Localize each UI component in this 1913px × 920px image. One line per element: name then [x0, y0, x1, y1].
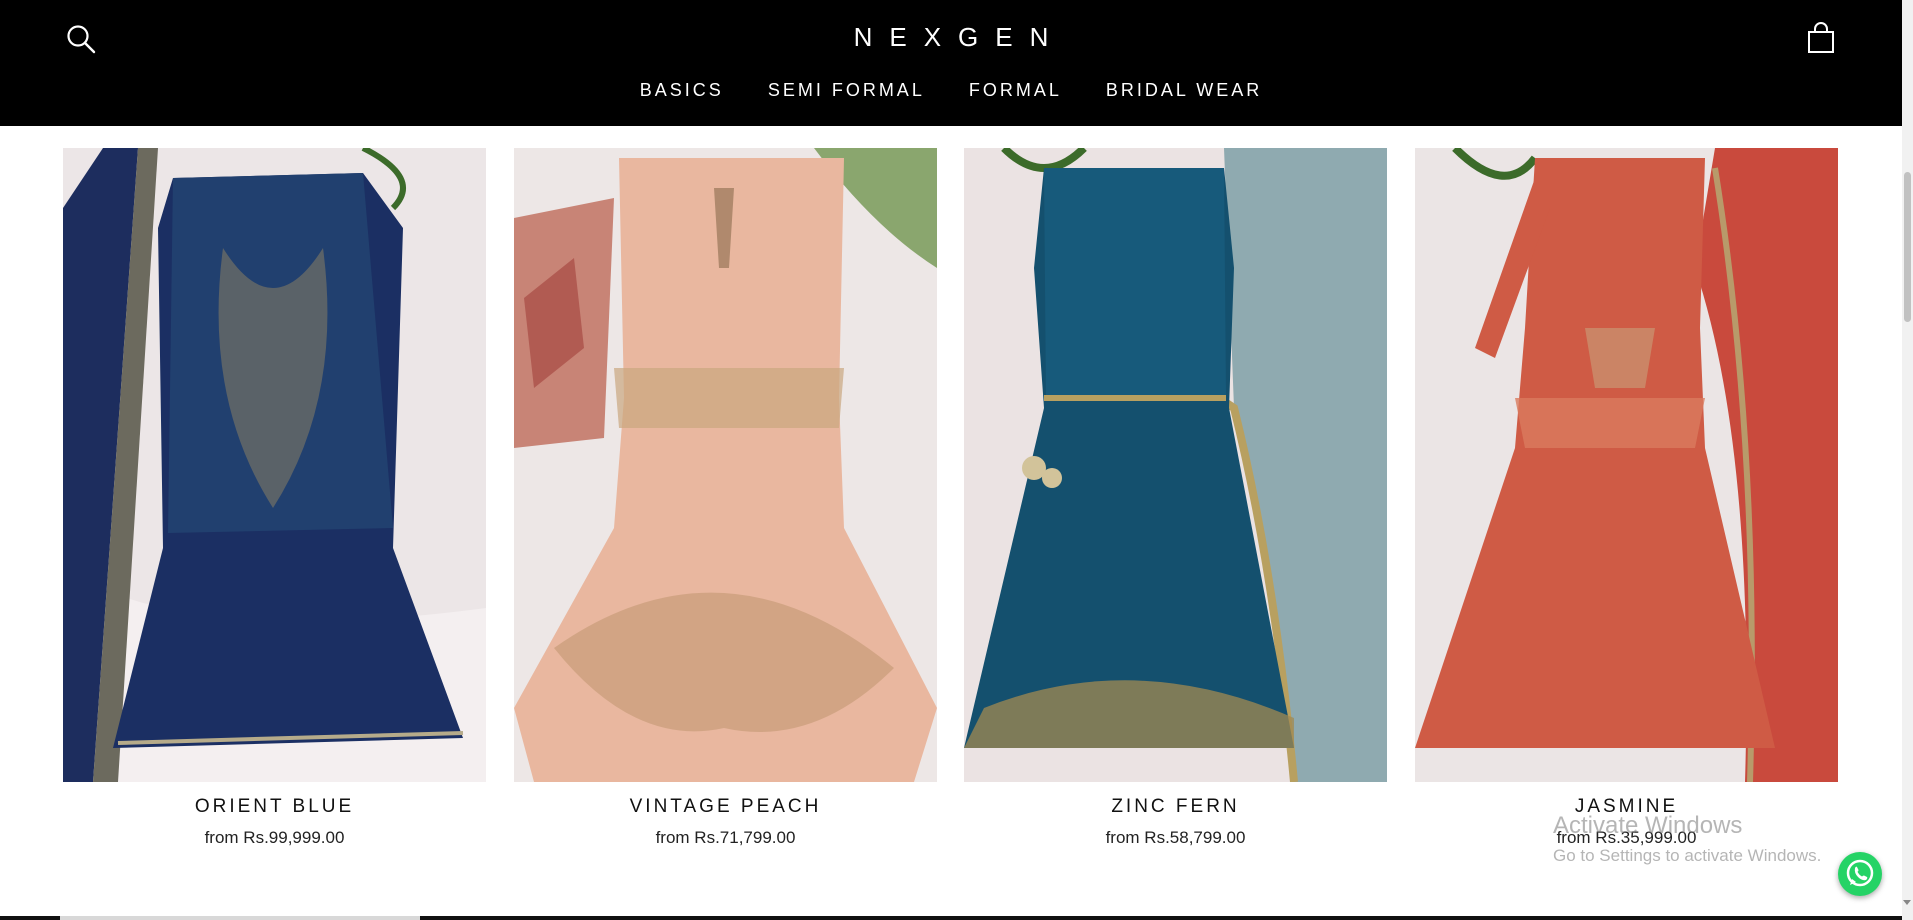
nav-basics[interactable]: BASICS	[640, 80, 724, 101]
product-card-jasmine[interactable]: JASMINE from Rs.35,999.00	[1415, 148, 1838, 848]
whatsapp-icon	[1846, 859, 1874, 887]
product-title[interactable]: JASMINE	[1415, 796, 1838, 818]
site-logo[interactable]: NEXGEN	[0, 22, 1902, 53]
product-price: from Rs.58,799.00	[1105, 828, 1246, 847]
product-price: from Rs.99,999.00	[204, 828, 345, 847]
product-title[interactable]: VINTAGE PEACH	[514, 796, 937, 818]
nav-semi-formal[interactable]: SEMI FORMAL	[768, 80, 925, 101]
cart-icon	[1808, 22, 1834, 53]
product-card-orient-blue[interactable]: ORIENT BLUE from Rs.99,999.00	[63, 148, 486, 848]
scrollbar-thumb[interactable]	[1904, 172, 1911, 322]
nav-bridal-wear[interactable]: BRIDAL WEAR	[1106, 80, 1262, 101]
product-image[interactable]	[514, 148, 937, 782]
product-price: from Rs.35,999.00	[1556, 828, 1697, 847]
site-header: NEXGEN BASICS SEMI FORMAL FORMAL BRIDAL …	[0, 0, 1902, 126]
watermark-subtitle: Go to Settings to activate Windows.	[1553, 846, 1822, 865]
page-scrollbar[interactable]	[1902, 0, 1913, 920]
product-card-vintage-peach[interactable]: VINTAGE PEACH from Rs.71,799.00	[514, 148, 937, 848]
product-card-zinc-fern[interactable]: ZINC FERN from Rs.58,799.00	[964, 148, 1387, 848]
footer-edge-highlight	[60, 916, 420, 920]
cart-button[interactable]	[1806, 22, 1836, 54]
product-price: from Rs.71,799.00	[655, 828, 796, 847]
nav-formal[interactable]: FORMAL	[969, 80, 1062, 101]
scroll-down-arrow-icon[interactable]	[1903, 900, 1911, 905]
product-title[interactable]: ORIENT BLUE	[63, 796, 486, 818]
whatsapp-chat-button[interactable]	[1838, 852, 1882, 896]
product-title[interactable]: ZINC FERN	[964, 796, 1387, 818]
product-image[interactable]	[1415, 148, 1838, 782]
product-image[interactable]	[964, 148, 1387, 782]
product-image[interactable]	[63, 148, 486, 782]
main-nav: BASICS SEMI FORMAL FORMAL BRIDAL WEAR	[0, 80, 1902, 101]
